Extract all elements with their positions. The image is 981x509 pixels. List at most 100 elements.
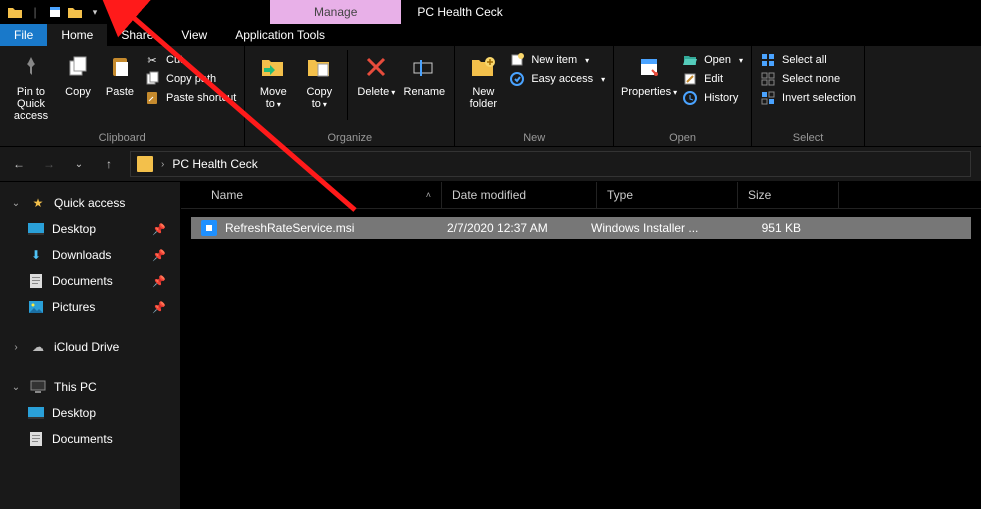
scissors-icon: ✂: [144, 52, 160, 68]
group-label-clipboard: Clipboard: [8, 130, 236, 144]
column-header-size[interactable]: Size: [738, 182, 839, 208]
tab-view[interactable]: View: [167, 24, 221, 46]
edit-button[interactable]: Edit: [682, 71, 743, 87]
pictures-icon: [28, 299, 44, 315]
file-date: 2/7/2020 12:37 AM: [447, 221, 591, 235]
rename-button[interactable]: Rename: [402, 50, 446, 98]
group-label-open: Open: [622, 130, 743, 144]
group-clipboard: Pin to Quick access Copy Paste ✂Cut Copy…: [0, 46, 245, 146]
navigation-pane: ⌄ ★ Quick access Desktop📌 ⬇ Downloads📌 D…: [0, 182, 181, 509]
delete-button[interactable]: Delete▾: [356, 50, 396, 99]
sort-indicator-icon: ˄: [426, 190, 431, 200]
sidebar-item-documents[interactable]: Documents📌: [0, 268, 180, 294]
sidebar-item-this-pc[interactable]: ⌄ This PC: [0, 374, 180, 400]
chevron-down-icon: ⌄: [10, 198, 22, 209]
desktop-icon: [28, 221, 44, 237]
select-none-icon: [760, 71, 776, 87]
history-icon: [682, 90, 698, 106]
new-folder-icon[interactable]: [66, 3, 84, 21]
invert-selection-button[interactable]: Invert selection: [760, 90, 856, 106]
new-folder-button[interactable]: New folder: [463, 50, 503, 110]
paste-button[interactable]: Paste: [102, 50, 138, 98]
easy-access-button[interactable]: Easy access▾: [509, 71, 605, 87]
back-button[interactable]: ←: [10, 155, 28, 173]
select-all-button[interactable]: Select all: [760, 52, 856, 68]
paste-shortcut-icon: [144, 90, 160, 106]
documents-icon: [28, 273, 44, 289]
column-header-type[interactable]: Type: [597, 182, 738, 208]
breadcrumb-segment[interactable]: PC Health Ceck: [172, 157, 257, 171]
open-button[interactable]: Open▾: [682, 52, 743, 68]
sidebar-item-desktop-pc[interactable]: Desktop: [0, 400, 180, 426]
forward-button[interactable]: →: [40, 155, 58, 173]
sidebar-item-desktop[interactable]: Desktop📌: [0, 216, 180, 242]
history-button[interactable]: History: [682, 90, 743, 106]
properties-button[interactable]: Properties▾: [622, 50, 676, 99]
cut-button[interactable]: ✂Cut: [144, 52, 236, 68]
paste-shortcut-button[interactable]: Paste shortcut: [144, 90, 236, 106]
open-icon: [682, 52, 698, 68]
tab-home[interactable]: Home: [47, 24, 107, 46]
move-to-button[interactable]: Move to▾: [253, 50, 293, 111]
file-size: 951 KB: [721, 221, 813, 235]
rename-icon: [409, 52, 439, 82]
contextual-tab-manage[interactable]: Manage: [270, 0, 401, 24]
up-button[interactable]: ↑: [100, 155, 118, 173]
copy-to-button[interactable]: Copy to▾: [299, 50, 339, 111]
navigation-bar: ← → ⌄ ↑ › PC Health Ceck: [0, 147, 981, 182]
tab-application-tools[interactable]: Application Tools: [221, 24, 339, 46]
ribbon: Pin to Quick access Copy Paste ✂Cut Copy…: [0, 46, 981, 147]
ribbon-tabs: File Home Share View Application Tools: [0, 24, 981, 46]
sidebar-item-documents-pc[interactable]: Documents: [0, 426, 180, 452]
window-title: PC Health Ceck: [401, 0, 518, 24]
sidebar-item-downloads[interactable]: ⬇ Downloads📌: [0, 242, 180, 268]
invert-selection-icon: [760, 90, 776, 106]
edit-icon: [682, 71, 698, 87]
new-item-button[interactable]: New item▾: [509, 52, 605, 68]
divider-icon: |: [26, 3, 44, 21]
group-organize: Move to▾ Copy to▾ Delete▾ Rename Organiz…: [245, 46, 455, 146]
title-bar: | ▾ Manage PC Health Ceck: [0, 0, 981, 24]
group-label-new: New: [463, 130, 605, 144]
properties-icon: [634, 52, 664, 82]
copy-path-button[interactable]: Copy path: [144, 71, 236, 87]
copy-icon: [63, 52, 93, 82]
tab-share[interactable]: Share: [107, 24, 167, 46]
chevron-right-icon: ›: [10, 342, 22, 353]
pin-to-quick-access-button[interactable]: Pin to Quick access: [8, 50, 54, 122]
column-headers: Name˄ Date modified Type Size: [181, 182, 981, 209]
properties-icon[interactable]: [46, 3, 64, 21]
move-to-icon: [258, 52, 288, 82]
address-bar[interactable]: › PC Health Ceck: [130, 151, 971, 177]
file-row[interactable]: RefreshRateService.msi 2/7/2020 12:37 AM…: [191, 217, 971, 239]
group-label-select: Select: [760, 130, 856, 144]
pin-icon: 📌: [152, 223, 166, 236]
copy-button[interactable]: Copy: [60, 50, 96, 98]
easy-access-icon: [509, 71, 525, 87]
this-pc-icon: [30, 379, 46, 395]
folder-icon: [137, 156, 153, 172]
group-select: Select all Select none Invert selection …: [752, 46, 865, 146]
recent-locations-button[interactable]: ⌄: [70, 155, 88, 173]
group-new: New folder New item▾ Easy access▾ New: [455, 46, 614, 146]
quick-access-toolbar: | ▾: [0, 0, 110, 24]
column-header-date[interactable]: Date modified: [442, 182, 597, 208]
copy-to-icon: [304, 52, 334, 82]
new-folder-icon: [468, 52, 498, 82]
qat-dropdown-icon[interactable]: ▾: [86, 3, 104, 21]
new-item-icon: [509, 52, 525, 68]
pin-icon: 📌: [152, 275, 166, 288]
file-type: Windows Installer ...: [591, 221, 721, 235]
paste-icon: [105, 52, 135, 82]
sidebar-item-pictures[interactable]: Pictures📌: [0, 294, 180, 320]
star-icon: ★: [30, 195, 46, 211]
column-header-name[interactable]: Name˄: [201, 182, 442, 208]
tab-file[interactable]: File: [0, 24, 47, 46]
desktop-icon: [28, 405, 44, 421]
sidebar-item-icloud-drive[interactable]: › ☁ iCloud Drive: [0, 334, 180, 360]
select-none-button[interactable]: Select none: [760, 71, 856, 87]
msi-file-icon: [201, 220, 217, 236]
sidebar-item-quick-access[interactable]: ⌄ ★ Quick access: [0, 190, 180, 216]
group-open: Properties▾ Open▾ Edit History Open: [614, 46, 752, 146]
chevron-down-icon: ⌄: [10, 382, 22, 393]
